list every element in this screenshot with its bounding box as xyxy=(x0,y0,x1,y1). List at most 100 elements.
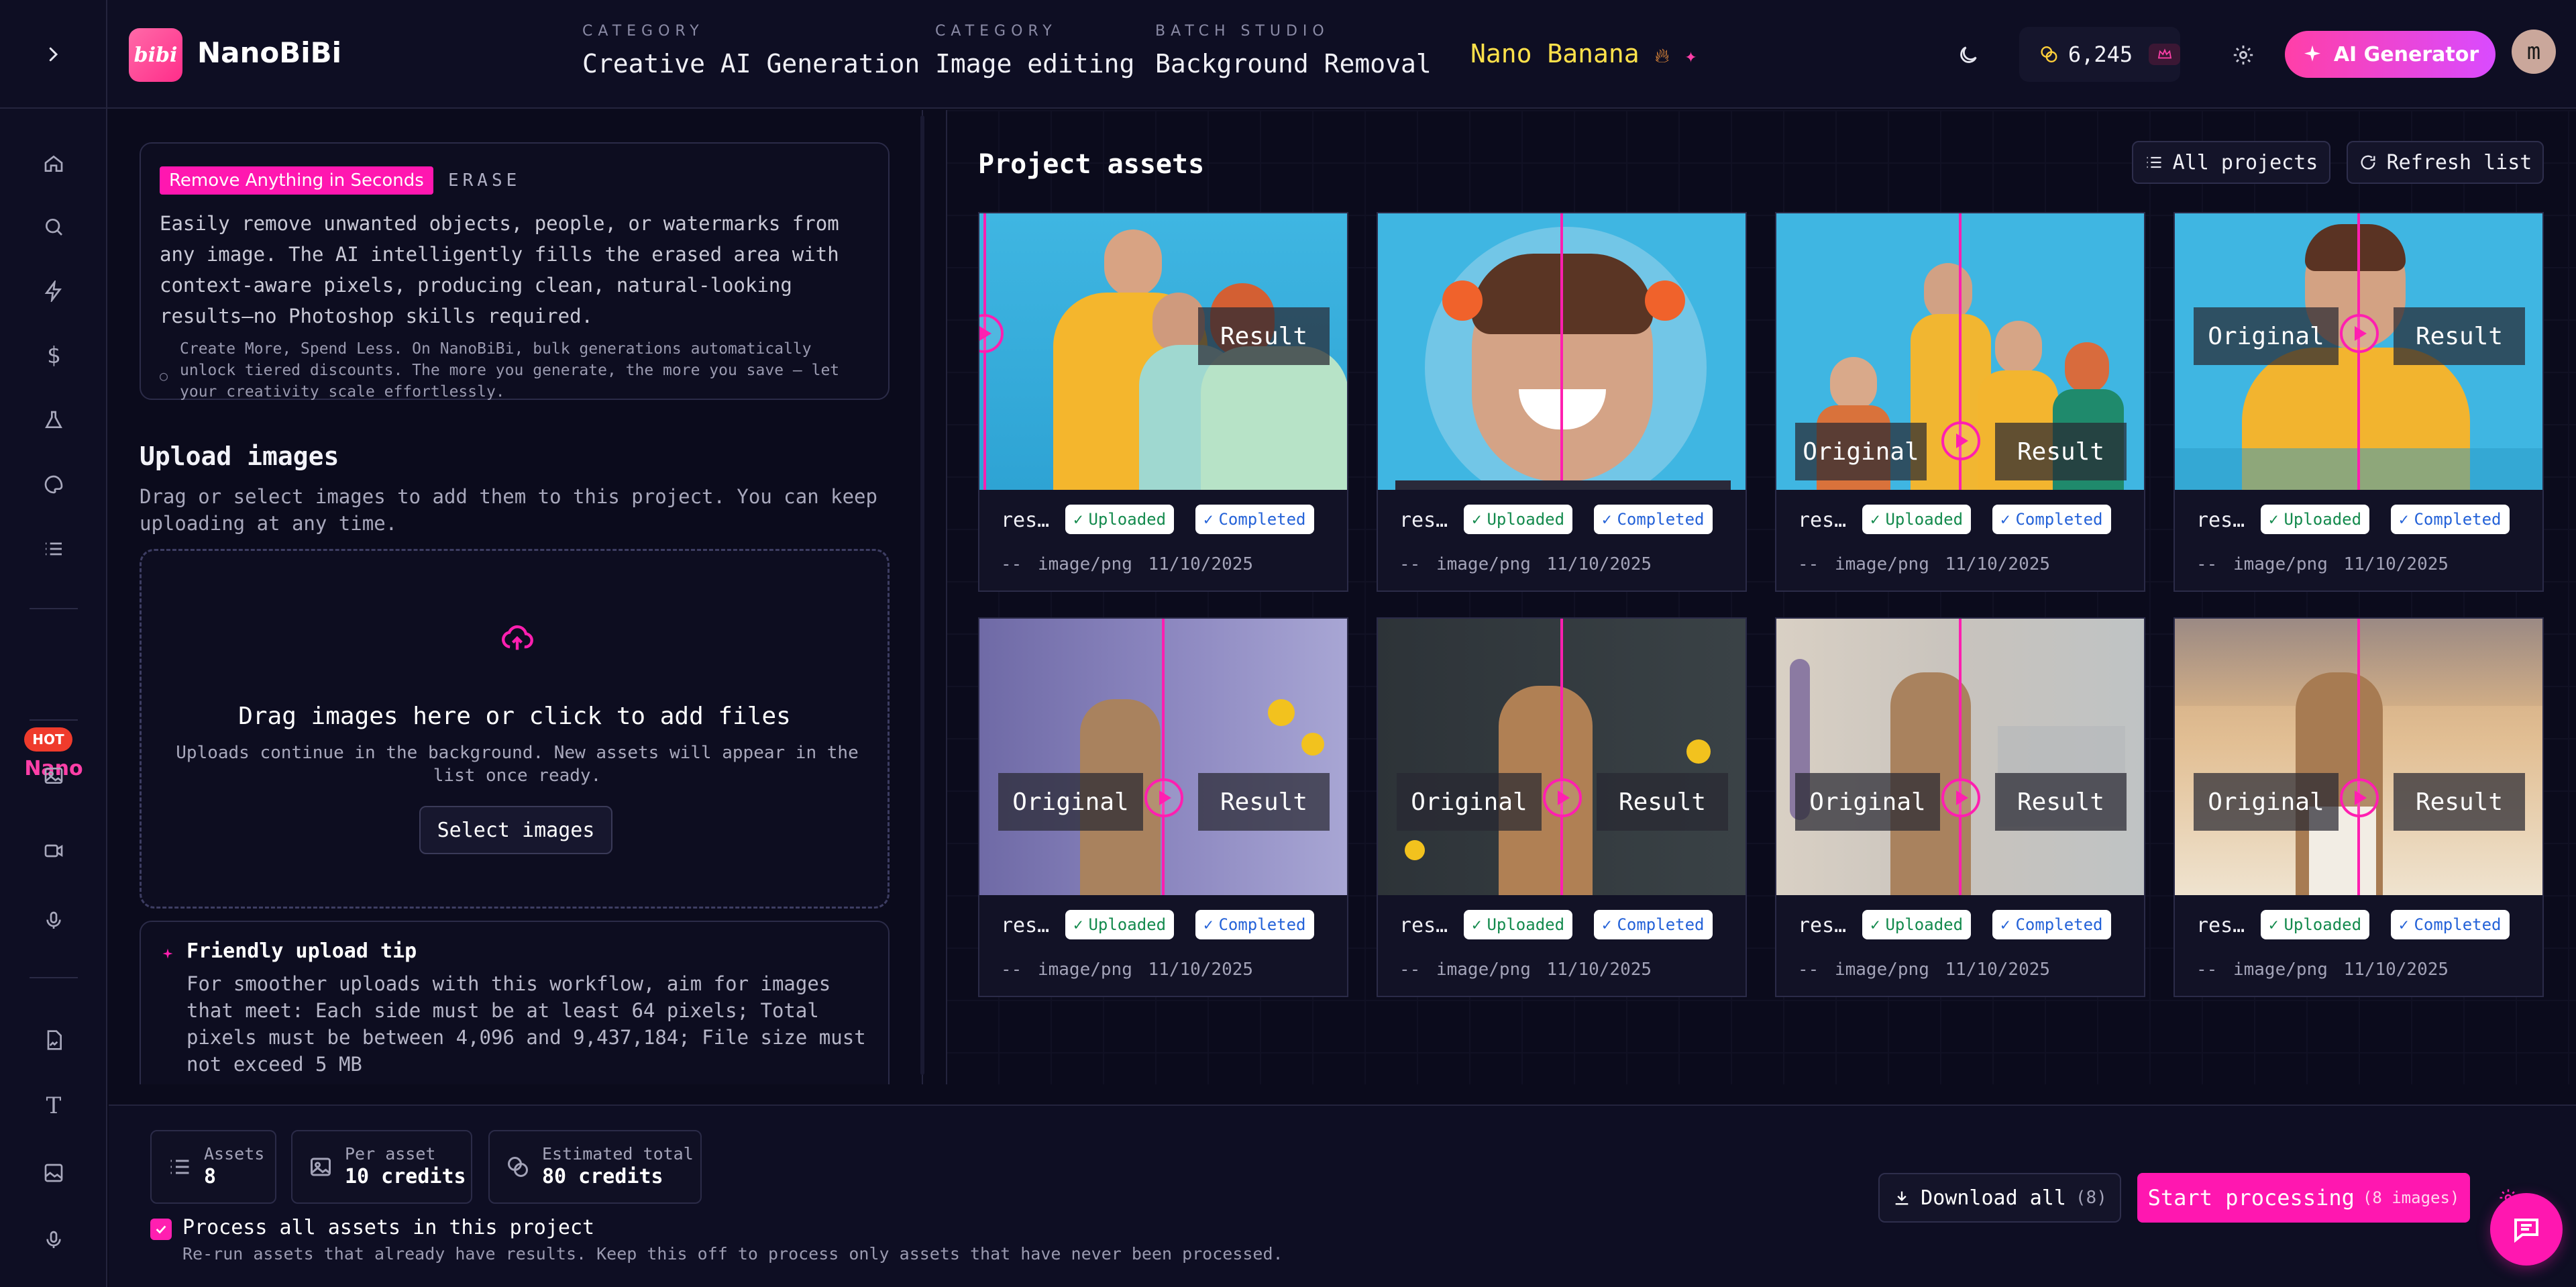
asset-card[interactable]: Original Result res… ✓ Uploaded ✓ Complete… xyxy=(1377,617,1747,997)
nav-batch-studio[interactable]: BATCH STUDIO Background Removal xyxy=(1155,23,1432,79)
rail-lab[interactable] xyxy=(36,403,71,437)
rail-search[interactable] xyxy=(36,209,71,244)
select-images-button[interactable]: Select images xyxy=(419,806,612,854)
asset-thumbnail[interactable]: Original Result xyxy=(1776,619,2144,895)
asset-date: 11/10/2025 xyxy=(1546,554,1652,574)
asset-thumbnail[interactable]: Result xyxy=(979,213,1347,490)
credits-value: 6,245 xyxy=(2068,42,2133,67)
cloud-upload-icon xyxy=(502,625,533,650)
status-badge-completed: ✓ Completed xyxy=(1992,505,2111,534)
credits-balance[interactable]: 6,245 xyxy=(2019,27,2180,82)
search-icon xyxy=(46,219,62,236)
asset-meta: -- image/png 11/10/2025 xyxy=(1798,554,2050,574)
rail-list[interactable] xyxy=(36,531,71,566)
brand-name[interactable]: NanoBiBi xyxy=(197,36,341,69)
asset-thumbnail[interactable]: Original Result xyxy=(2175,619,2542,895)
feature-tag: ERASE xyxy=(448,170,521,191)
rail-pricing[interactable]: $ xyxy=(36,338,71,373)
result-label: Result xyxy=(1198,307,1330,365)
stat-caption: Per asset xyxy=(345,1144,436,1164)
upload-dropzone[interactable]: Drag images here or click to add files U… xyxy=(140,549,890,909)
rail-text[interactable]: T xyxy=(36,1088,71,1123)
nav-category-image-editing[interactable]: CATEGORY Image editing xyxy=(935,23,1134,79)
status-badge-completed: ✓ Completed xyxy=(1594,505,1713,534)
asset-meta: -- image/png 11/10/2025 xyxy=(2196,960,2449,980)
asset-type: image/png xyxy=(1037,554,1132,574)
bullet-icon: ○ xyxy=(160,368,168,384)
original-label: Original xyxy=(2194,773,2339,831)
app-logo[interactable]: bibi xyxy=(129,28,182,82)
original-label: Original xyxy=(1397,773,1542,831)
hot-badge: HOT xyxy=(24,727,72,752)
asset-type: image/png xyxy=(1436,554,1531,574)
theme-toggle-button[interactable] xyxy=(1952,39,1984,71)
asset-footer: res… ✓ Uploaded ✓ Completed -- image/png 1… xyxy=(2175,895,2542,996)
status-badge-completed: ✓ Completed xyxy=(1594,910,1713,939)
asset-type: image/png xyxy=(1834,960,1929,980)
chat-button[interactable] xyxy=(2490,1193,2563,1266)
asset-name: res… xyxy=(1798,914,1847,937)
rail-audio[interactable] xyxy=(36,903,71,938)
status-badge-uploaded: ✓ Uploaded xyxy=(1065,505,1175,534)
asset-card[interactable]: Original Result res… ✓ Uploaded ✓ Complete… xyxy=(978,617,1348,997)
left-rail: $ HOT Nano T xyxy=(0,109,107,1287)
rail-image[interactable] xyxy=(36,758,71,793)
refresh-list-button[interactable]: Refresh list xyxy=(2347,141,2544,184)
tip-body: For smoother uploads with this workflow,… xyxy=(186,972,866,1076)
download-icon xyxy=(1895,1191,1909,1205)
rail-image-file[interactable] xyxy=(36,1023,71,1058)
asset-card[interactable]: Original Result res… ✓ Uploaded ✓ Complete… xyxy=(2174,617,2544,997)
rail-voice[interactable] xyxy=(36,1223,71,1257)
asset-size: -- xyxy=(2196,960,2218,980)
asset-thumbnail[interactable]: Original Result xyxy=(1378,619,1746,895)
asset-name: res… xyxy=(1399,509,1448,532)
asset-card[interactable]: Original Result res… ✓ Uploaded ✓ Complete… xyxy=(1775,617,2145,997)
asset-name: res… xyxy=(1399,914,1448,937)
rail-home[interactable] xyxy=(36,146,71,181)
settings-button[interactable] xyxy=(2227,39,2259,71)
asset-date: 11/10/2025 xyxy=(1546,960,1652,980)
all-projects-button[interactable]: All projects xyxy=(2132,141,2330,184)
original-label: Original xyxy=(2194,307,2339,365)
status-badge-uploaded: ✓ Uploaded xyxy=(1065,910,1175,939)
compare-handle[interactable] xyxy=(1543,778,1582,817)
status-text: Completed xyxy=(2015,915,2103,934)
asset-thumbnail[interactable]: Original Result xyxy=(1776,213,2144,490)
promo-link[interactable]: Nano Banana 🔥︎ ✦ xyxy=(1470,39,1697,68)
ai-generator-button[interactable]: AI Generator xyxy=(2285,31,2496,78)
asset-date: 11/10/2025 xyxy=(1945,554,2051,574)
download-all-button[interactable]: Download all (8) xyxy=(1878,1173,2121,1223)
process-all-checkbox[interactable] xyxy=(150,1219,172,1240)
compare-handle[interactable] xyxy=(2340,778,2379,817)
compare-handle[interactable] xyxy=(1144,778,1183,817)
sidebar-toggle-button[interactable] xyxy=(0,0,107,109)
rail-video[interactable] xyxy=(36,833,71,868)
upgrade-button[interactable] xyxy=(2149,44,2180,65)
asset-card[interactable]: Result res… ✓ Uploaded ✓ Completed -- imag… xyxy=(978,212,1348,592)
original-label: Original xyxy=(1795,773,1940,831)
status-badge-completed: ✓ Completed xyxy=(1195,910,1314,939)
asset-thumbnail[interactable] xyxy=(1378,213,1746,490)
compare-handle[interactable] xyxy=(2340,314,2379,353)
list-icon xyxy=(46,542,62,556)
compare-handle[interactable] xyxy=(979,314,1004,353)
nav-category-creative[interactable]: CATEGORY Creative AI Generation xyxy=(582,23,920,79)
original-label: Original xyxy=(998,773,1143,831)
start-processing-button[interactable]: Start processing (8 images) xyxy=(2137,1173,2470,1223)
moon-icon xyxy=(1960,46,1977,63)
asset-card[interactable]: res… ✓ Uploaded ✓ Completed -- image/png 1… xyxy=(1377,212,1747,592)
rail-bolt[interactable] xyxy=(36,274,71,309)
compare-handle[interactable] xyxy=(1941,778,1980,817)
asset-card[interactable]: Original Result res… ✓ Uploaded ✓ Complete… xyxy=(1775,212,2145,592)
rail-palette[interactable] xyxy=(36,467,71,502)
asset-thumbnail[interactable]: Original Result xyxy=(2175,213,2542,490)
status-badge-completed: ✓ Completed xyxy=(2391,505,2510,534)
compare-handle[interactable] xyxy=(1941,421,1980,460)
asset-thumbnail[interactable]: Original Result xyxy=(979,619,1347,895)
status-text: Uploaded xyxy=(1885,510,1964,529)
asset-card[interactable]: Original Result res… ✓ Uploaded ✓ Complete… xyxy=(2174,212,2544,592)
left-panel-scrollbar[interactable] xyxy=(920,115,924,1075)
user-avatar[interactable]: m xyxy=(2512,30,2556,74)
process-all-label[interactable]: Process all assets in this project xyxy=(182,1216,594,1239)
rail-image-frame[interactable] xyxy=(36,1155,71,1190)
